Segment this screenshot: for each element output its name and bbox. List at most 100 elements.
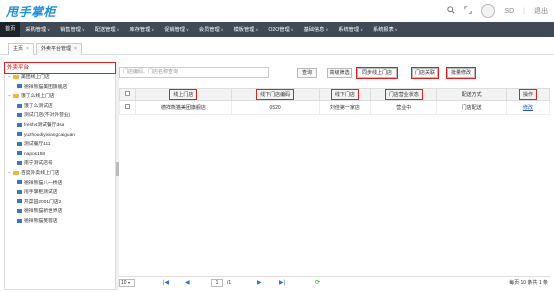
store-icon [17, 209, 22, 214]
nav-item[interactable]: 销售管理∨ [55, 22, 90, 37]
chevron-down-icon: ∨ [81, 27, 85, 32]
tab-takeout-platform[interactable]: 外卖平台管理 × [36, 43, 82, 55]
tree-item[interactable]: 测试餐厅111 [5, 140, 115, 150]
tab-strip: 主页 × 外卖平台管理 × [0, 41, 554, 55]
tab-home[interactable]: 主页 × [8, 43, 34, 55]
refresh-icon[interactable]: ⟳ [315, 277, 320, 289]
nav-item[interactable]: 系统报表∨ [368, 22, 403, 37]
select-all-header[interactable] [119, 88, 136, 101]
store-icon [17, 151, 22, 156]
chevron-down-icon: ∨ [255, 27, 259, 32]
col-online-store: 线上门店 [134, 88, 232, 101]
col-offline-code: 线下门店编码 [230, 88, 320, 101]
offline-code-cell: 0520 [230, 100, 320, 115]
store-icon [17, 199, 22, 204]
chevron-down-icon: ∨ [394, 27, 398, 32]
sync-online-stores-button[interactable]: 同步线上门店 [356, 67, 398, 79]
total-pages-label: /1 [227, 280, 232, 286]
tree-label: 德祥熊猫新世界店 [24, 209, 63, 215]
tree-label: 饿了么线上门店 [21, 94, 55, 100]
tree-item[interactable]: fresh4测试餐厅dsa [5, 121, 115, 131]
folder-icon [13, 170, 19, 175]
folder-icon [13, 74, 19, 79]
status-cell: 营业中 [370, 100, 438, 115]
store-icon [17, 180, 22, 185]
pager-summary: 每页 10 条共 1 条 [509, 280, 548, 286]
chevron-down-icon: ∨ [116, 27, 120, 32]
chevron-down-icon: ∨ [220, 27, 224, 32]
tree-label: 德祥熊猫八一桥店 [24, 180, 63, 186]
tree-item[interactable]: 南宁测试店号 [5, 159, 115, 169]
prev-page-icon[interactable]: ◀ [185, 277, 190, 289]
close-icon[interactable]: × [74, 46, 77, 52]
tree-label: 甩手掌柜测试店 [24, 190, 58, 196]
batch-edit-button[interactable]: 批量修改 [446, 67, 476, 79]
search-icon[interactable] [447, 6, 455, 16]
search-input[interactable]: 门店编码、门店名称查询 [119, 67, 269, 78]
tree-label: 测试门店(不对外营业) [24, 113, 71, 119]
nav-item[interactable]: 首页 [0, 22, 21, 37]
platform-tree-panel: 外卖平台 − 美团线上门店 德祥熊猫美团旗舰店 − 饿了么线上门店 饿了么测试店 测试门店(… [4, 62, 116, 290]
tree-label: fresh4测试餐厅dsa [24, 122, 65, 128]
query-button[interactable]: 查询 [297, 68, 317, 78]
row-checkbox[interactable] [124, 104, 130, 109]
tree-label: yuzhoudiyixiangcaiguan [24, 132, 75, 138]
tree-folder[interactable]: − 美团线上门店 [5, 73, 115, 83]
top-right-tools: SD | 退出 [447, 3, 548, 19]
advanced-filter-button[interactable]: 高级筛选 [327, 68, 352, 78]
col-offline-store: 线下门店 [318, 88, 372, 101]
fullscreen-icon[interactable] [464, 6, 473, 16]
tree-item[interactable]: 甩手掌柜测试店 [5, 188, 115, 198]
store-icon [17, 122, 22, 127]
nav-item[interactable]: 库存管理∨ [125, 22, 160, 37]
tree-root-label[interactable]: 外卖平台 [4, 62, 116, 74]
nav-item[interactable]: 采购管理∨ [20, 22, 55, 37]
tree-item[interactable]: yuzhoudiyixiangcaiguan [5, 131, 115, 141]
chevron-down-icon: ∨ [151, 27, 155, 32]
store-icon [17, 84, 22, 89]
chevron-down-icon: ∨ [185, 27, 189, 32]
nav-item[interactable]: 会员管理∨ [194, 22, 229, 37]
main-nav: 首页 采购管理∨ 销售管理∨ 配送管理∨ 库存管理∨ 促销管理∨ 会员管理∨ 模板管理∨ O2O… [0, 22, 554, 37]
tree-folder[interactable]: − 饿了么线上门店 [5, 92, 115, 102]
nav-item[interactable]: 促销管理∨ [159, 22, 194, 37]
page-number-input[interactable]: 1 [211, 279, 223, 287]
nav-item[interactable]: 系统管理∨ [333, 22, 368, 37]
tree-item[interactable]: 测试门店(不对外营业) [5, 111, 115, 121]
tree-item[interactable]: 德祥熊猫新世界店 [5, 207, 115, 217]
col-store-status: 门店营业状态 [370, 88, 438, 101]
close-icon[interactable]: × [26, 46, 29, 52]
col-actions: 操作 [506, 88, 550, 101]
nav-item[interactable]: 基础信息∨ [299, 22, 334, 37]
tree-label: 南宁测试店号 [24, 161, 53, 167]
app-logo[interactable]: 甩手掌柜 [6, 3, 56, 20]
table-row[interactable]: 德祥熊猫美团旗舰店 0520 刘佳第一家店 营业中 门店配送 修改 [119, 100, 550, 115]
first-page-icon[interactable]: |◀ [163, 277, 169, 289]
last-page-icon[interactable]: ▶| [279, 277, 285, 289]
chevron-down-icon: ∨ [360, 27, 363, 32]
avatar[interactable] [481, 4, 496, 18]
tree-item[interactable]: 德祥熊猫芙蓉店 [5, 217, 115, 227]
page-size-select[interactable]: 10 ▾ [119, 279, 135, 287]
select-all-checkbox[interactable] [124, 91, 130, 96]
chevron-down-icon: ∨ [290, 27, 294, 32]
row-select-cell[interactable] [119, 100, 136, 115]
tree-item[interactable]: 饿了么测试店 [5, 102, 115, 112]
chevron-down-icon: ∨ [325, 27, 329, 32]
tree-item[interactable]: napos158 [5, 150, 115, 160]
nav-item[interactable]: 模板管理∨ [229, 22, 264, 37]
tree-folder[interactable]: − 百度外卖线上门店 [5, 169, 115, 179]
nav-item[interactable]: O2O管理∨ [263, 22, 298, 37]
tree-item[interactable]: 芹菜园2001门店2 [5, 198, 115, 208]
nav-item[interactable]: 配送管理∨ [90, 22, 125, 37]
next-page-icon[interactable]: ▶ [257, 277, 262, 289]
online-store-cell: 德祥熊猫美团旗舰店 [134, 100, 232, 115]
store-link-button[interactable]: 门店关联 [411, 67, 439, 79]
store-icon [17, 141, 22, 146]
tree-item[interactable]: 德祥熊猫八一桥店 [5, 179, 115, 189]
store-icon [17, 161, 22, 166]
logout-link[interactable]: 退出 [534, 6, 548, 16]
chevron-down-icon: ∨ [47, 27, 51, 32]
edit-link[interactable]: 修改 [523, 105, 533, 111]
tree-item[interactable]: 德祥熊猫美团旗舰店 [5, 83, 115, 93]
